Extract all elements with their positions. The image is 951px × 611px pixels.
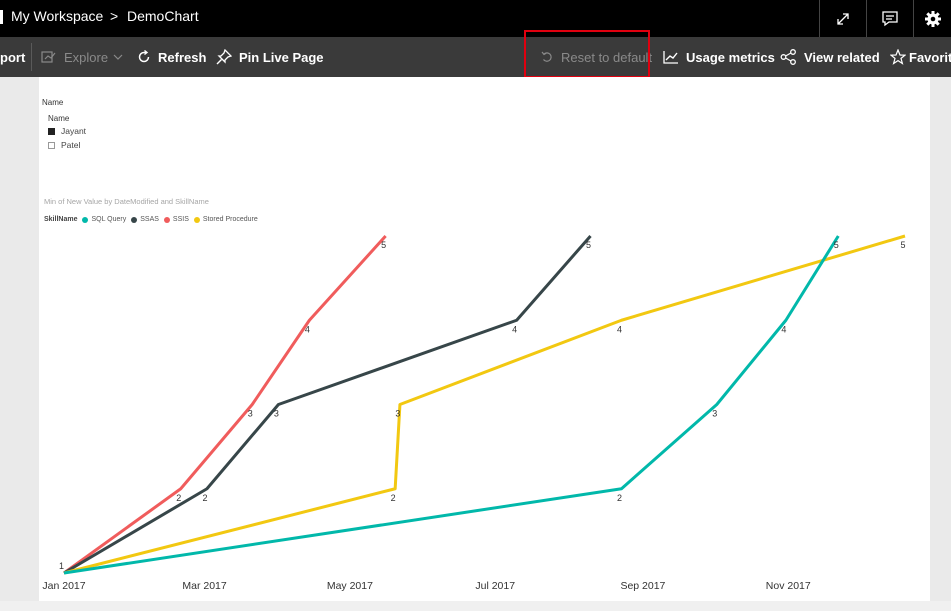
chevron-down-icon (113, 54, 123, 60)
usage-metrics-icon (663, 51, 678, 64)
refresh-button[interactable]: Refresh (137, 37, 206, 77)
legend-item-ssis[interactable]: SSIS (163, 216, 189, 223)
refresh-label: Refresh (158, 49, 207, 65)
bottom-bar (0, 601, 951, 611)
settings-button[interactable] (913, 0, 951, 37)
checkbox-unchecked-icon[interactable] (48, 141, 55, 149)
legend-dot-icon (131, 216, 138, 223)
legend-item-stored-procedure[interactable]: Stored Procedure (193, 216, 258, 223)
top-bar: My Workspace > DemoChart (0, 0, 951, 37)
slicer-header: Name (48, 114, 70, 123)
favorite-button[interactable]: Favorite (890, 37, 951, 77)
breadcrumb-separator: > (110, 8, 119, 24)
explore-button[interactable]: Explore (41, 37, 123, 77)
gear-icon (925, 10, 941, 27)
usage-metrics-button[interactable]: Usage metrics (663, 37, 775, 77)
view-related-label: View related (804, 49, 880, 65)
legend-label: SQL Query (91, 216, 127, 223)
toolbar-divider (31, 43, 32, 71)
action-toolbar: port Explore Refresh Pin Live Page Reset… (0, 37, 951, 77)
star-icon (890, 49, 906, 65)
breadcrumb-report: DemoChart (127, 8, 199, 24)
highlight-box (524, 30, 650, 78)
comment-icon (882, 10, 898, 26)
usage-metrics-label: Usage metrics (686, 49, 775, 65)
legend-dot-icon (82, 216, 89, 223)
legend-item-ssas[interactable]: SSAS (131, 216, 159, 223)
export-button[interactable]: port (0, 37, 25, 77)
legend-dot-icon (163, 216, 170, 223)
refresh-icon (138, 50, 150, 63)
report-canvas (39, 77, 930, 601)
legend-title: SkillName (44, 216, 78, 223)
explore-icon (41, 51, 56, 63)
comment-button[interactable] (866, 0, 913, 37)
legend-dot-icon (193, 216, 200, 223)
legend-item-sql-query[interactable]: SQL Query (82, 216, 126, 223)
slicer-option-label: Patel (61, 140, 81, 150)
expand-button[interactable] (819, 0, 866, 37)
view-related-button[interactable]: View related (780, 37, 880, 77)
pin-live-page-button[interactable]: Pin Live Page (216, 37, 324, 77)
share-icon (780, 49, 796, 65)
export-label: port (0, 49, 26, 65)
checkbox-checked-icon[interactable] (48, 127, 55, 135)
slicer-option-jayant[interactable]: Jayant (48, 126, 86, 136)
pin-label: Pin Live Page (239, 49, 324, 65)
explore-label: Explore (64, 49, 109, 65)
legend-label: SSIS (172, 216, 189, 223)
slicer-option-label: Jayant (61, 126, 87, 136)
favorite-label: Favorite (909, 49, 951, 65)
legend-label: SSAS (140, 216, 159, 223)
slicer-title: Name (42, 98, 64, 107)
breadcrumb-workspace[interactable]: My Workspace (11, 7, 103, 25)
app-icon (0, 10, 3, 24)
chart-legend: SkillName SQL Query SSAS SSIS Stored Pro… (44, 216, 263, 223)
slicer-option-patel[interactable]: Patel (48, 140, 80, 150)
chart-title: Min of New Value by DateModified and Ski… (44, 197, 209, 206)
expand-icon (837, 12, 849, 25)
legend-label: Stored Procedure (202, 216, 258, 223)
pin-icon (216, 49, 232, 65)
